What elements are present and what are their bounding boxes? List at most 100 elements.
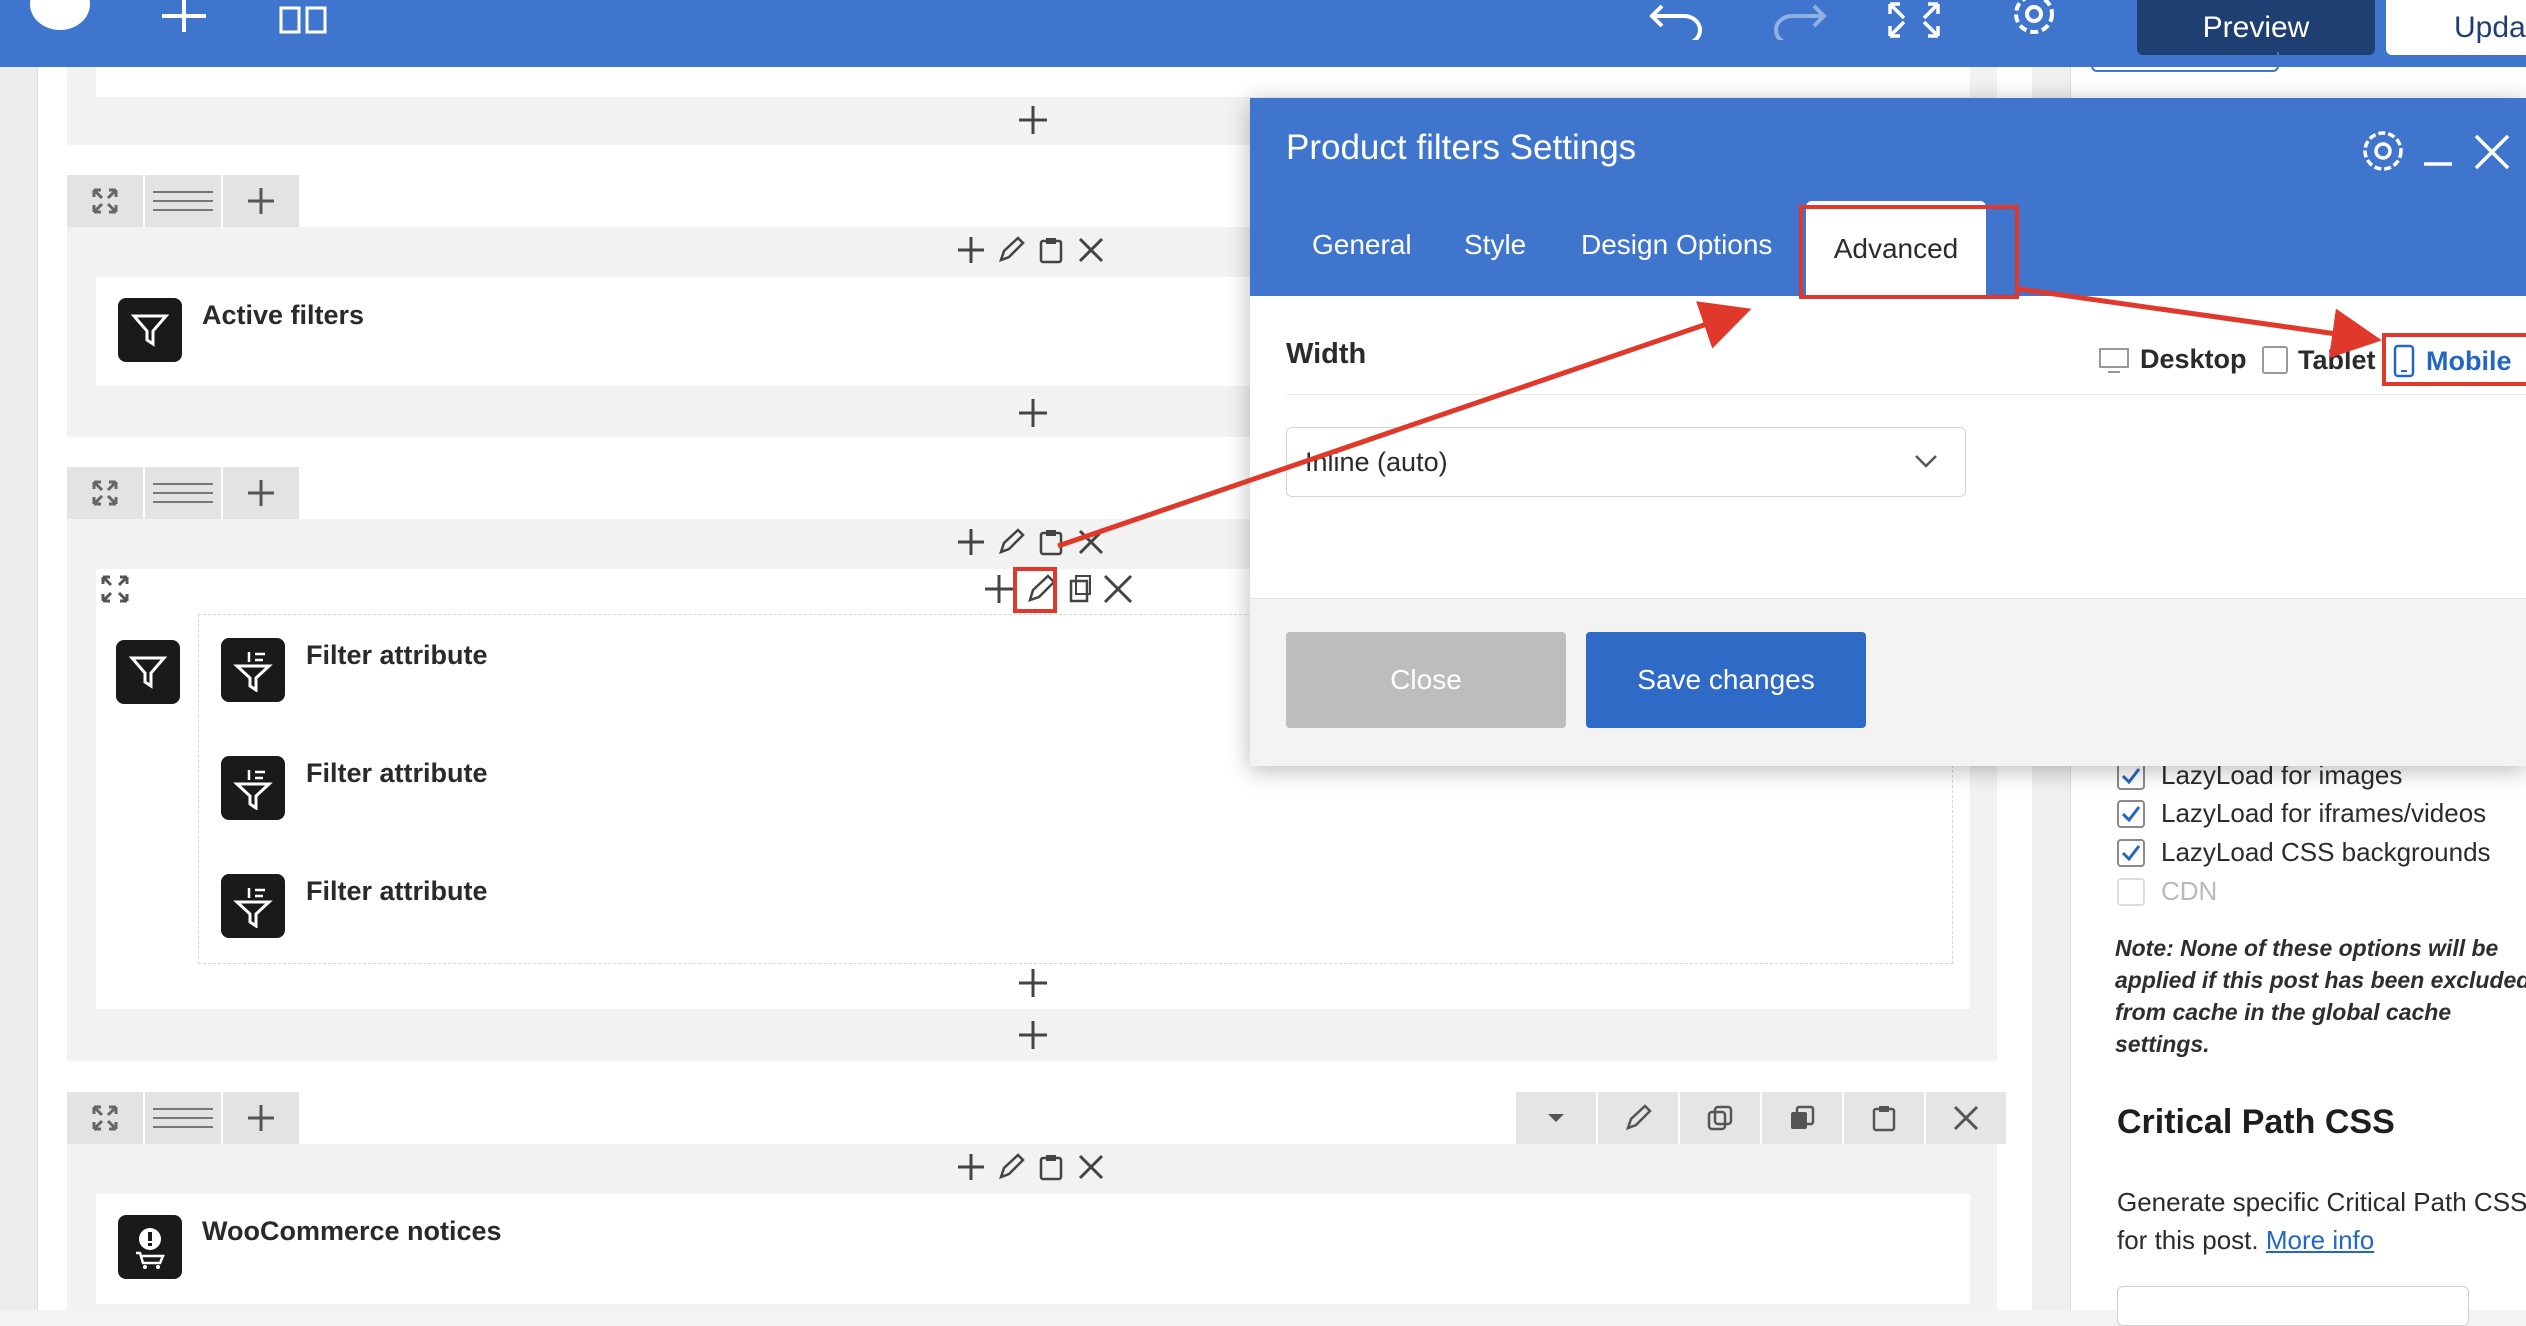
row-add-icon[interactable] bbox=[223, 1092, 299, 1144]
device-label: Tablet bbox=[2298, 344, 2376, 375]
element-label[interactable]: Active filters bbox=[202, 300, 364, 331]
product-filters-funnel-icon[interactable] bbox=[116, 640, 180, 704]
preview-button[interactable]: Preview bbox=[2137, 0, 2375, 55]
update-button[interactable]: Upda bbox=[2386, 0, 2526, 55]
highlight-mobile-device bbox=[2382, 333, 2526, 386]
option-label: LazyLoad CSS backgrounds bbox=[2161, 837, 2491, 867]
lazyload-css-option[interactable]: LazyLoad CSS backgrounds bbox=[2117, 837, 2491, 868]
row-layout-icon[interactable] bbox=[145, 175, 221, 227]
row-layout-icon[interactable] bbox=[145, 467, 221, 519]
remove-icon[interactable] bbox=[1076, 1152, 1106, 1182]
row-layout-icon[interactable] bbox=[145, 1092, 221, 1144]
row-expand-icon[interactable] bbox=[67, 467, 143, 519]
more-info-link[interactable]: More info bbox=[2266, 1225, 2374, 1255]
element-label[interactable]: Filter attribute bbox=[306, 876, 488, 907]
width-select[interactable]: Inline (auto) bbox=[1286, 427, 1966, 497]
add-icon[interactable] bbox=[984, 573, 1014, 605]
row-add-icon[interactable] bbox=[223, 467, 299, 519]
canvas-left-gutter bbox=[0, 67, 38, 1310]
close-button[interactable]: Close bbox=[1286, 632, 1566, 728]
paste-icon[interactable] bbox=[1036, 235, 1066, 265]
remove-icon[interactable] bbox=[1926, 1092, 2006, 1144]
woocommerce-notices-icon bbox=[118, 1215, 182, 1279]
remove-icon[interactable] bbox=[1102, 573, 1134, 605]
add-element-icon[interactable] bbox=[158, 0, 210, 41]
copy-icon[interactable] bbox=[1762, 1092, 1842, 1144]
container-tools bbox=[984, 572, 1134, 606]
add-row-plus-icon[interactable] bbox=[1016, 103, 1050, 137]
row-2-controls bbox=[67, 467, 301, 519]
device-desktop[interactable]: Desktop bbox=[2098, 344, 2247, 375]
row-3-controls bbox=[67, 1092, 301, 1144]
sidebar-top-button[interactable] bbox=[2091, 52, 2279, 72]
option-label: LazyLoad for iframes/videos bbox=[2161, 798, 2487, 828]
row-expand-icon[interactable] bbox=[67, 175, 143, 227]
redo-icon[interactable] bbox=[1768, 0, 1828, 46]
edit-pencil-icon[interactable] bbox=[996, 527, 1026, 557]
tab-general[interactable]: General bbox=[1312, 229, 1412, 273]
remove-icon[interactable] bbox=[1076, 527, 1106, 557]
row-add-icon[interactable] bbox=[223, 175, 299, 227]
element-label[interactable]: WooCommerce notices bbox=[202, 1216, 502, 1247]
undo-icon[interactable] bbox=[1648, 0, 1708, 46]
checkbox-checked-icon[interactable] bbox=[2117, 799, 2145, 828]
chevron-down-icon bbox=[1915, 455, 1937, 468]
width-label: Width bbox=[1286, 338, 1367, 370]
close-icon[interactable] bbox=[2472, 128, 2512, 179]
add-icon[interactable] bbox=[956, 235, 986, 265]
divider bbox=[1286, 394, 2526, 395]
lazyload-iframes-option[interactable]: LazyLoad for iframes/videos bbox=[2117, 798, 2486, 829]
cdn-option: CDN bbox=[2117, 876, 2217, 907]
paste-icon[interactable] bbox=[1844, 1092, 1924, 1144]
critical-css-heading: Critical Path CSS bbox=[2117, 1103, 2395, 1141]
add-row-plus-icon[interactable] bbox=[1016, 1018, 1050, 1052]
row-3-inner bbox=[96, 1194, 1970, 1304]
settings-modal: Product filters Settings General Style D… bbox=[1250, 98, 2526, 766]
add-icon[interactable] bbox=[956, 1152, 986, 1182]
chevron-down-icon[interactable] bbox=[1516, 1092, 1596, 1144]
filter-attribute-icon bbox=[221, 756, 285, 820]
highlight-advanced-tab bbox=[1799, 205, 2019, 299]
settings-gear-icon[interactable] bbox=[2006, 0, 2062, 45]
row-1-controls bbox=[67, 175, 301, 227]
modal-title: Product filters Settings bbox=[1286, 128, 1637, 167]
tablet-icon bbox=[2262, 346, 2288, 374]
edit-pencil-icon[interactable] bbox=[1598, 1092, 1678, 1144]
device-tablet[interactable]: Tablet bbox=[2260, 344, 2376, 376]
device-label: Desktop bbox=[2140, 344, 2247, 374]
critical-css-field[interactable] bbox=[2117, 1286, 2469, 1326]
clone-icon[interactable] bbox=[1068, 573, 1092, 605]
layout-icon[interactable] bbox=[278, 0, 330, 41]
remove-icon[interactable] bbox=[1076, 235, 1106, 265]
element-tools bbox=[956, 527, 1106, 557]
add-icon[interactable] bbox=[956, 527, 986, 557]
modal-gear-icon[interactable] bbox=[2360, 128, 2406, 179]
paste-icon[interactable] bbox=[1036, 1152, 1066, 1182]
tab-design-options[interactable]: Design Options bbox=[1581, 229, 1772, 273]
minimize-icon[interactable] bbox=[2420, 128, 2456, 179]
width-select-value: Inline (auto) bbox=[1305, 446, 1448, 477]
edit-pencil-icon[interactable] bbox=[996, 1152, 1026, 1182]
element-tools bbox=[956, 235, 1106, 265]
chat-icon[interactable] bbox=[28, 0, 92, 39]
edit-pencil-icon[interactable] bbox=[996, 235, 1026, 265]
add-row-plus-icon[interactable] bbox=[1016, 396, 1050, 430]
checkbox-unchecked-icon bbox=[2117, 877, 2145, 906]
tab-style[interactable]: Style bbox=[1464, 229, 1526, 273]
row-expand-icon[interactable] bbox=[67, 1092, 143, 1144]
desktop-icon bbox=[2099, 347, 2129, 373]
element-label[interactable]: Filter attribute bbox=[306, 758, 488, 789]
filter-attribute-icon bbox=[221, 874, 285, 938]
active-filters-funnel-icon bbox=[118, 298, 182, 362]
element-label[interactable]: Filter attribute bbox=[306, 640, 488, 671]
save-changes-button[interactable]: Save changes bbox=[1586, 632, 1866, 728]
fullscreen-icon[interactable] bbox=[1886, 0, 1942, 45]
cache-note: Note: None of these options will be appl… bbox=[2115, 935, 2526, 1057]
add-element-plus-icon[interactable] bbox=[1016, 966, 1050, 1000]
clone-icon[interactable] bbox=[1680, 1092, 1760, 1144]
column-expand-icon[interactable] bbox=[100, 574, 130, 609]
option-label: CDN bbox=[2161, 876, 2218, 906]
highlight-edit-pencil bbox=[1013, 567, 1057, 613]
paste-icon[interactable] bbox=[1036, 527, 1066, 557]
checkbox-checked-icon[interactable] bbox=[2117, 838, 2145, 867]
